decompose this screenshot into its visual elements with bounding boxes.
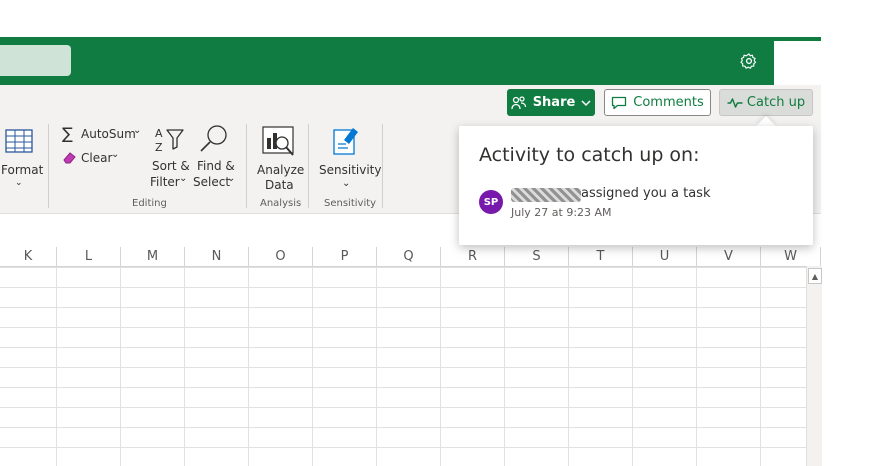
scroll-up-icon[interactable]: ▲	[808, 268, 822, 284]
share-people-icon	[511, 95, 526, 109]
column-header[interactable]: Q	[377, 247, 441, 266]
chevron-down-icon: ⌄	[179, 173, 188, 184]
vertical-scrollbar[interactable]	[806, 266, 822, 466]
sensitivity-button[interactable]: Sensitivity ⌄	[314, 124, 381, 194]
gear-icon	[740, 53, 757, 69]
autosum-label: AutoSum	[81, 127, 136, 141]
share-label: Share	[532, 95, 576, 110]
comments-button[interactable]: Comments	[604, 89, 711, 116]
find-select-button[interactable]: Find & Select ⌄	[192, 124, 238, 194]
sort-filter-button[interactable]: A Z Sort & Filter ⌄	[148, 124, 192, 194]
find-label: Find &	[197, 159, 235, 173]
sigma-icon: ∑	[62, 124, 73, 143]
sensitivity-group-label: Sensitivity	[324, 198, 377, 209]
title-bar	[0, 37, 821, 85]
catch-up-popup: Activity to catch up on: SP assigned you…	[459, 126, 813, 245]
cell-grid[interactable]	[0, 267, 806, 466]
analyze-data-button[interactable]: Analyze Data	[254, 124, 305, 194]
column-header[interactable]: N	[185, 247, 249, 266]
format-label: Format	[1, 163, 44, 177]
chevron-down-icon	[581, 99, 591, 106]
redacted-user-name	[511, 188, 581, 202]
column-header[interactable]: M	[121, 247, 185, 266]
analyze-label: Analyze	[257, 163, 305, 177]
analyze-data-icon	[262, 126, 294, 156]
editing-group-label: Editing	[132, 198, 167, 209]
chevron-down-icon: ⌄	[227, 173, 236, 184]
chevron-down-icon: ⌄	[133, 125, 142, 136]
column-header[interactable]: W	[761, 247, 821, 266]
chevron-down-icon: ⌄	[342, 178, 351, 189]
column-header[interactable]: R	[441, 247, 505, 266]
magnifier-icon	[200, 125, 227, 152]
select-label: Select	[193, 175, 231, 189]
settings-button[interactable]	[733, 47, 765, 75]
svg-text:Z: Z	[155, 141, 163, 154]
column-header[interactable]: T	[569, 247, 633, 266]
catch-up-label: Catch up	[746, 95, 806, 110]
avatar: SP	[479, 190, 503, 214]
analysis-group-label: Analysis	[260, 198, 302, 209]
svg-text:A: A	[155, 127, 163, 140]
chevron-down-icon: ⌄	[111, 149, 120, 160]
sensitivity-icon	[333, 128, 358, 155]
column-header[interactable]: U	[633, 247, 697, 266]
ribbon-separator	[246, 124, 247, 208]
clear-label: Clear	[81, 151, 113, 165]
column-header[interactable]: P	[313, 247, 377, 266]
column-header[interactable]: K	[0, 247, 57, 266]
filter-label: Filter	[150, 175, 180, 189]
sort-filter-icon: A Z	[155, 127, 184, 154]
sensitivity-label: Sensitivity	[319, 163, 382, 177]
format-button[interactable]: Format ⌄	[0, 124, 44, 194]
column-header[interactable]: L	[57, 247, 121, 266]
ribbon-separator	[308, 124, 309, 208]
sort-label: Sort &	[152, 159, 190, 173]
account-area	[774, 41, 821, 85]
column-header[interactable]: S	[505, 247, 569, 266]
eraser-icon	[63, 152, 76, 164]
share-button[interactable]: Share	[507, 89, 595, 116]
popup-title: Activity to catch up on:	[479, 144, 700, 166]
ribbon-separator	[382, 124, 383, 208]
chevron-down-icon: ⌄	[15, 178, 23, 188]
column-header-row: K L M N O P Q R S T U V W	[0, 247, 821, 267]
activity-text[interactable]: assigned you a task	[581, 186, 710, 201]
activity-time: July 27 at 9:23 AM	[511, 206, 612, 219]
column-header[interactable]: O	[249, 247, 313, 266]
activity-pulse-icon	[727, 97, 743, 108]
ribbon-separator	[48, 124, 49, 208]
column-header[interactable]: V	[697, 247, 761, 266]
comments-label: Comments	[633, 95, 704, 110]
catch-up-button[interactable]: Catch up	[719, 89, 813, 116]
comment-icon	[612, 96, 627, 109]
search-box[interactable]	[0, 45, 71, 76]
data-label: Data	[265, 178, 294, 192]
format-table-icon	[5, 129, 33, 153]
